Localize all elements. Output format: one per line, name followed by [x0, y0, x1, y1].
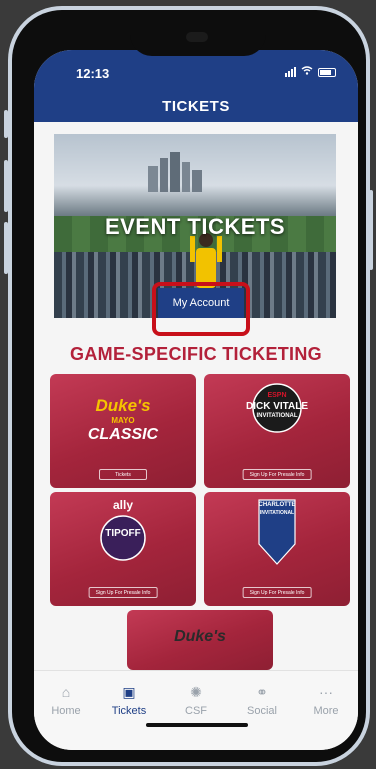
status-time: 12:13 [76, 66, 110, 81]
charlotte-invitational-tile[interactable]: CHARLOTTE INVITATIONAL Sign Up For Presa… [204, 492, 350, 606]
tickets-button[interactable]: Tickets [99, 469, 147, 480]
volume-down-button [4, 222, 8, 274]
tab-social[interactable]: ⚭ Social [232, 683, 292, 717]
screen: 12:13 TICKETS EVENT TICKETS My Account G… [34, 50, 358, 750]
page-title: TICKETS [162, 98, 230, 115]
presale-signup-button[interactable]: Sign Up For Presale Info [88, 587, 158, 598]
tile-logo-line: DICK VITALE [245, 401, 309, 412]
tab-label: Home [51, 705, 81, 717]
wifi-icon [301, 66, 313, 78]
mute-switch [4, 110, 8, 138]
power-button [369, 190, 373, 270]
dukes-partial-tile[interactable]: Duke's [127, 610, 273, 670]
dick-vitale-invitational-tile[interactable]: ESPN DICK VITALE INVITATIONAL Sign Up Fo… [204, 374, 350, 488]
my-account-button[interactable]: My Account [158, 288, 244, 318]
tile-logo-line: MAYO [111, 416, 135, 425]
tab-label: More [313, 705, 339, 717]
tile-logo-line: ESPN [267, 392, 287, 399]
section-title: GAME-SPECIFIC TICKETING [70, 344, 322, 364]
tab-label: Tickets [111, 705, 147, 717]
more-icon: ··· [319, 684, 333, 700]
skyline-image [148, 152, 202, 192]
charlotte-crown-logo [258, 499, 296, 565]
battery-icon [318, 67, 336, 77]
event-tickets-label: EVENT TICKETS [104, 214, 286, 239]
tile-logo-line: Duke's [174, 628, 226, 645]
tile-logo-line: TIPOFF [105, 528, 141, 539]
ally-tipoff-tile[interactable]: ally TIPOFF Sign Up For Presale Info [50, 492, 196, 606]
csf-icon: ✺ [190, 684, 202, 700]
tab-csf[interactable]: ✺ CSF [166, 683, 226, 717]
volume-up-button [4, 160, 8, 212]
tab-label: CSF [185, 705, 207, 717]
content: EVENT TICKETS My Account GAME-SPECIFIC T… [34, 122, 358, 670]
home-icon: ⌂ [61, 684, 71, 700]
tile-logo-line: CHARLOTTE [258, 502, 296, 508]
front-camera [186, 32, 208, 42]
tile-logo-line: Duke's [95, 396, 151, 415]
presale-signup-button[interactable]: Sign Up For Presale Info [242, 469, 312, 480]
tab-more[interactable]: ··· More [296, 683, 356, 717]
tile-logo-line: INVITATIONAL [259, 510, 295, 516]
app-header: 12:13 TICKETS [34, 50, 358, 122]
tab-home[interactable]: ⌂ Home [36, 683, 96, 717]
home-indicator [146, 723, 248, 727]
presale-signup-button[interactable]: Sign Up For Presale Info [242, 587, 312, 598]
tab-bar: ⌂ Home ▣ Tickets ✺ CSF ⚭ Social ··· More [34, 670, 358, 750]
notch [130, 22, 266, 56]
tab-label: Social [247, 705, 277, 717]
signal-icon [285, 67, 296, 77]
dukes-mayo-classic-tile[interactable]: Duke's MAYO CLASSIC Tickets [50, 374, 196, 488]
tile-logo-line: INVITATIONAL [256, 413, 298, 419]
status-icons [285, 66, 336, 78]
tile-logo-line: CLASSIC [87, 426, 159, 443]
ticket-icon: ▣ [122, 684, 136, 700]
share-icon: ⚭ [256, 684, 268, 700]
tile-logo-line: ally [112, 498, 133, 512]
tab-tickets[interactable]: ▣ Tickets [99, 683, 159, 717]
